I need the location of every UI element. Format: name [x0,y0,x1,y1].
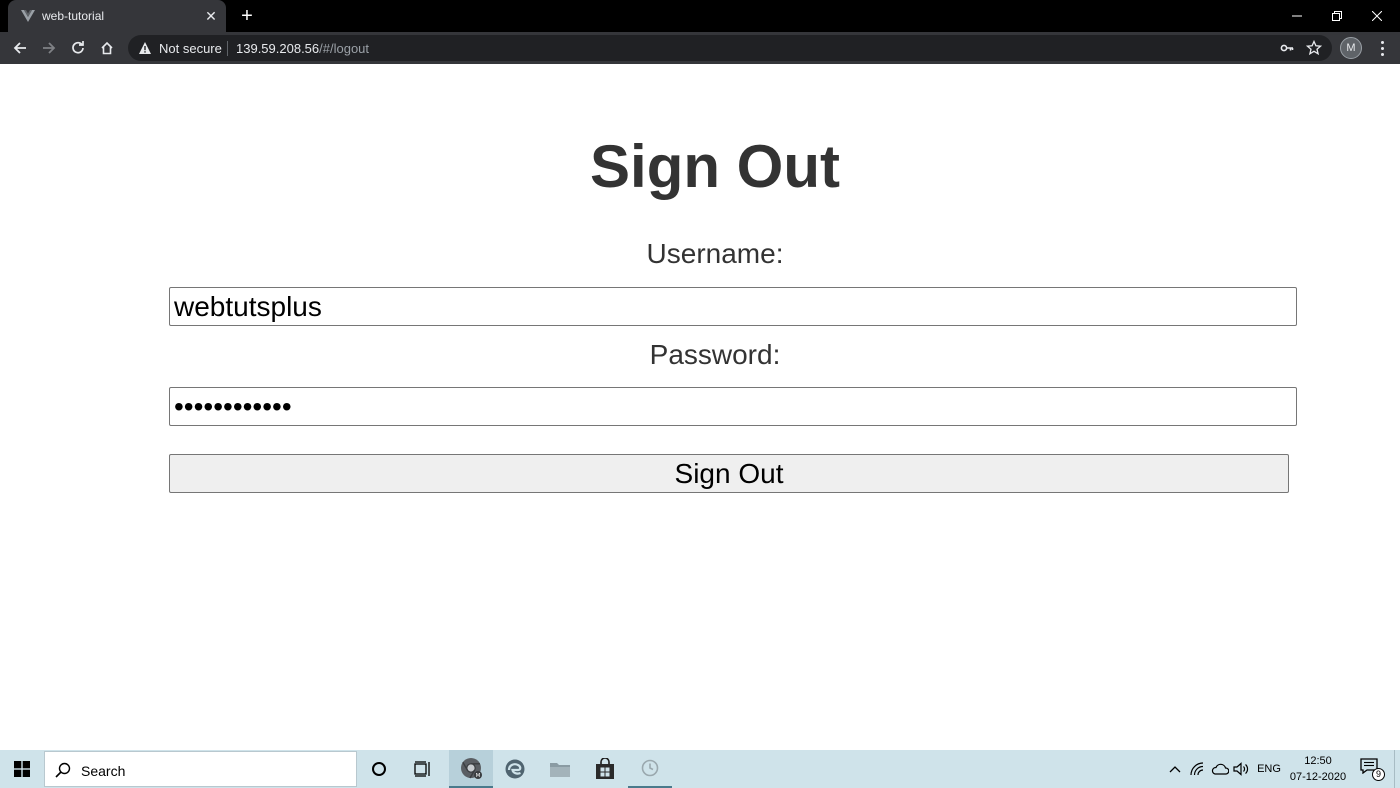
home-icon[interactable] [96,37,118,59]
page-title: Sign Out [590,133,840,200]
edge-icon[interactable] [493,750,537,788]
browser-tab[interactable]: web-tutorial ✕ [8,0,226,32]
url-text[interactable]: 139.59.208.56/#/logout [236,41,369,56]
address-bar[interactable]: Not secure 139.59.208.56/#/logout [128,35,1332,61]
warning-icon[interactable] [138,41,152,55]
cortana-icon[interactable] [357,750,401,788]
file-explorer-icon[interactable] [538,750,582,788]
password-input[interactable] [169,387,1297,426]
taskbar-clock[interactable]: 12:50 07-12-2020 [1286,753,1350,785]
url-host: 139.59.208.56 [236,41,320,56]
task-view-icon[interactable] [401,750,445,788]
show-desktop-button[interactable] [1394,750,1400,788]
profile-avatar[interactable]: M [1340,37,1362,59]
search-icon [55,762,71,778]
clock-app-icon[interactable] [628,750,672,788]
taskbar-search-box[interactable]: Search [44,751,357,787]
not-secure-label[interactable]: Not secure [159,41,222,56]
clock-date: 07-12-2020 [1289,771,1347,783]
sign-out-button[interactable]: Sign Out [169,454,1289,493]
windows-start-icon[interactable] [0,750,44,788]
speaker-icon[interactable] [1232,750,1250,788]
notification-count-badge: 9 [1372,768,1385,781]
windows-taskbar: Search M ENG 12:50 07-12-2020 9 [0,750,1400,788]
bookmark-star-icon[interactable] [1306,40,1322,56]
vue-logo-icon [21,10,35,22]
tab-close-icon[interactable]: ✕ [202,7,220,25]
url-divider [227,41,228,56]
chevron-up-icon[interactable] [1166,750,1184,788]
back-arrow-icon[interactable] [9,37,31,59]
onedrive-cloud-icon[interactable] [1210,750,1230,788]
clock-time: 12:50 [1304,755,1332,767]
browser-title-bar: web-tutorial ✕ + [0,0,1400,32]
username-input[interactable] [169,287,1297,326]
new-tab-button[interactable]: + [236,5,258,27]
browser-toolbar: Not secure 139.59.208.56/#/logout M [0,32,1400,64]
wifi-icon[interactable] [1188,750,1208,788]
password-label: Password: [649,339,781,370]
forward-arrow-icon[interactable] [38,37,60,59]
more-menu-icon[interactable] [1372,38,1392,58]
key-icon[interactable] [1280,41,1294,55]
url-path: /#/logout [319,41,370,56]
language-indicator[interactable]: ENG [1254,750,1284,788]
svg-text:M: M [476,773,481,779]
chrome-taskbar-icon[interactable]: M [449,750,493,788]
search-placeholder: Search [81,763,126,779]
reload-icon[interactable] [67,37,89,59]
notification-center-icon[interactable]: 9 [1360,758,1385,782]
close-window-icon[interactable] [1354,0,1400,32]
username-label: Username: [646,238,784,269]
tab-title: web-tutorial [42,9,105,23]
store-icon[interactable] [583,750,627,788]
